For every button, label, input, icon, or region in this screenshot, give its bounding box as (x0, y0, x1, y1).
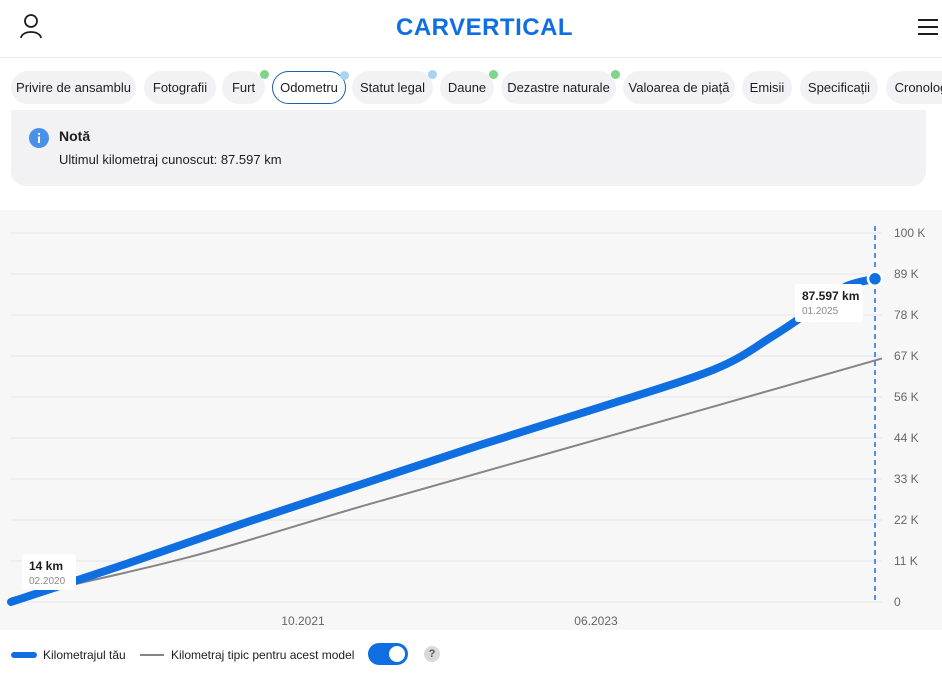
y-tick-label: 0 (894, 595, 901, 609)
legend-label-typical: Kilometraj tipic pentru acest model (171, 648, 355, 662)
note-title: Notă (59, 128, 91, 144)
tab-specificații[interactable]: Specificații (800, 71, 878, 104)
latest-reading-point (866, 270, 884, 288)
tab-fotografii[interactable]: Fotografii (144, 71, 216, 104)
tab-label: Cronolog (894, 80, 942, 95)
tab-label: Specificații (807, 80, 871, 95)
tab-label: Emisii (749, 80, 785, 95)
x-tick-label: 06.2023 (574, 614, 618, 628)
legend-swatch-typical (140, 654, 164, 656)
toggle-knob (389, 646, 405, 662)
tab-dezastre-naturale[interactable]: Dezastre naturale (501, 70, 620, 104)
help-icon[interactable]: ? (424, 646, 440, 662)
y-tick-label: 22 K (894, 513, 919, 527)
y-tick-label: 56 K (894, 390, 919, 404)
top-header: CARVERTICAL (0, 0, 942, 58)
tab-valoarea-de-piață[interactable]: Valoarea de piață (623, 71, 735, 104)
user-icon (20, 14, 42, 39)
tab-status-dot (340, 71, 349, 80)
tab-daune[interactable]: Daune (440, 70, 498, 104)
y-tick-label: 67 K (894, 349, 919, 363)
tab-status-dot (611, 70, 620, 79)
y-tick-label: 89 K (894, 267, 919, 281)
tab-privire-de-ansamblu[interactable]: Privire de ansamblu (11, 71, 136, 104)
user-account-button[interactable] (18, 12, 46, 40)
tab-label: Fotografii (152, 80, 208, 95)
tab-status-dot (260, 70, 269, 79)
legend-swatch-own (11, 652, 37, 658)
hamburger-menu-icon (918, 19, 938, 35)
logo-text: CARVERTICAL (396, 14, 573, 41)
annotation-date: 02.2020 (29, 576, 66, 587)
note-card: Notă Ultimul kilometraj cunoscut: 87.597… (11, 110, 926, 186)
chart-legend: Kilometrajul tău Kilometraj tipic pentru… (0, 640, 942, 670)
tab-label: Odometru (280, 80, 338, 95)
y-tick-label: 100 K (894, 226, 925, 240)
note-text: Ultimul kilometraj cunoscut: 87.597 km (59, 152, 282, 167)
annotation-value: 14 km (29, 559, 63, 573)
section-tabs: Privire de ansamblu Fotografii Furt Odometr… (0, 59, 942, 114)
tab-label: Valoarea de piață (628, 80, 730, 95)
info-icon (29, 128, 49, 148)
odometer-chart: 100 K 89 K 78 K 67 K 56 K 44 K 33 K 22 K 11 K 0 10… (7, 226, 925, 628)
typical-mileage-toggle[interactable] (368, 643, 408, 665)
y-tick-label: 11 K (894, 554, 918, 568)
tab-cronolog[interactable]: Cronolog (886, 71, 942, 104)
legend-label-own: Kilometrajul tău (43, 648, 126, 662)
y-tick-label: 44 K (894, 431, 919, 445)
tab-status-dot (428, 70, 437, 79)
y-tick-label: 78 K (894, 308, 919, 322)
tab-label: Furt (231, 80, 256, 95)
main-menu-button[interactable] (914, 14, 942, 40)
tab-label: Statut legal (359, 80, 426, 95)
tab-status-dot (489, 70, 498, 79)
tab-odometru[interactable]: Odometru (272, 71, 349, 104)
tab-label: Daune (447, 80, 487, 95)
y-tick-label: 33 K (894, 472, 919, 486)
annotation-date: 01.2025 (802, 306, 839, 317)
annotation-value: 87.597 km (802, 289, 859, 303)
tab-furt[interactable]: Furt (222, 70, 269, 104)
carvertical-logo[interactable]: CARVERTICAL (396, 11, 576, 41)
tab-statut-legal[interactable]: Statut legal (352, 70, 437, 104)
tab-label: Dezastre naturale (507, 80, 610, 95)
x-tick-label: 10.2021 (281, 614, 325, 628)
tab-emisii[interactable]: Emisii (742, 71, 792, 104)
own-mileage-line (7, 274, 879, 606)
tab-label: Privire de ansamblu (16, 80, 131, 95)
